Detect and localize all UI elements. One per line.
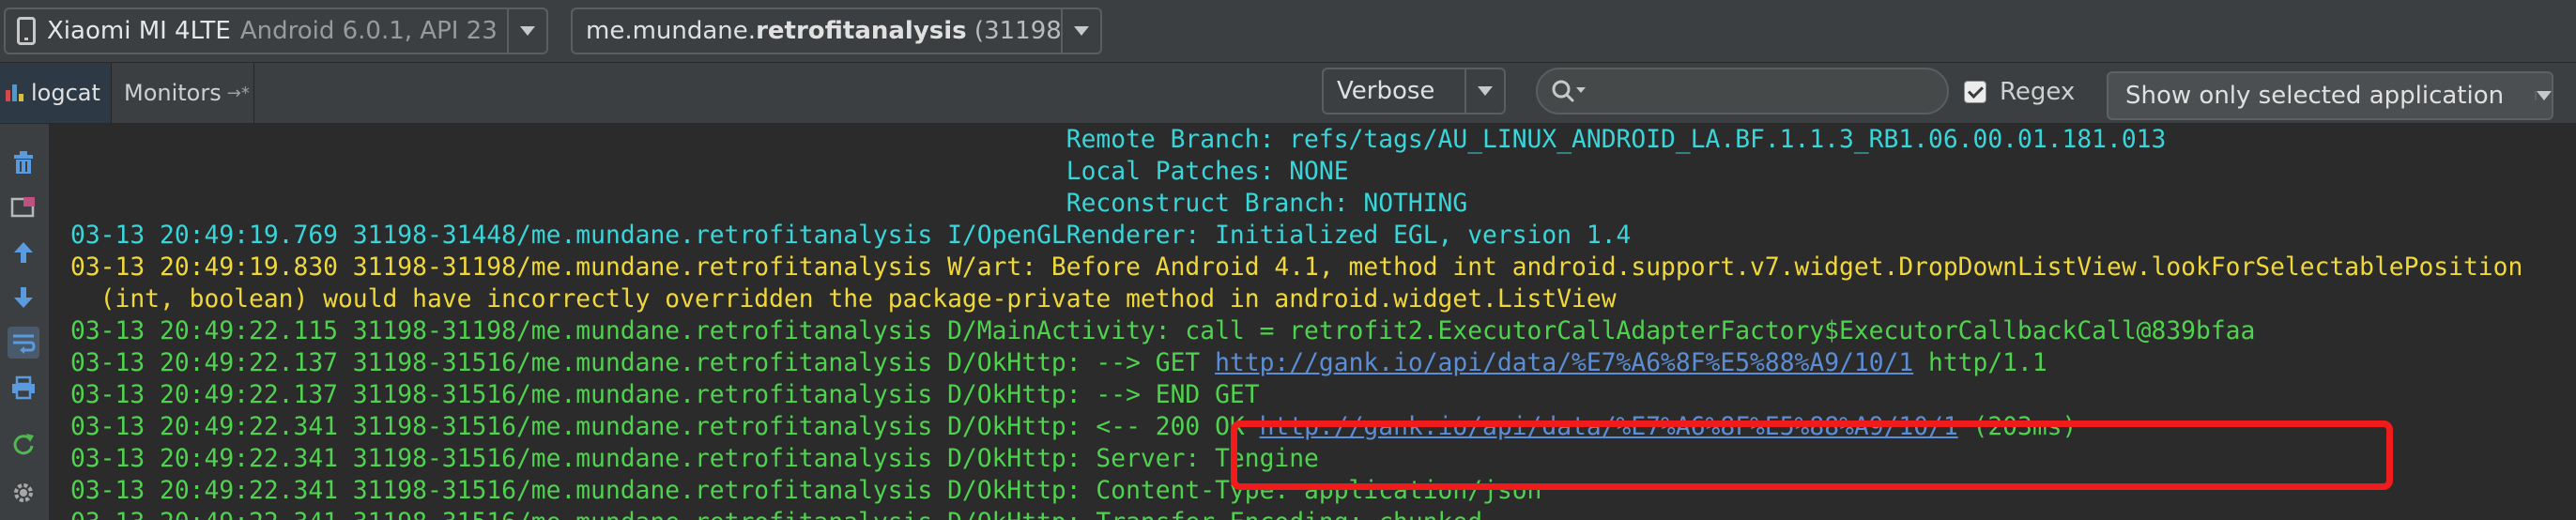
process-label: me.mundane.retrofitanalysis (31198) [573,17,1061,45]
device-selector[interactable]: Xiaomi MI 4LTE Android 6.0.1, API 23 [4,8,548,54]
process-pid: (31198) [974,17,1061,45]
log-line: 03-13 20:49:19.769 31198-31448/me.mundan… [70,222,1632,250]
log-line: 03-13 20:49:22.341 31198-31516/me.mundan… [70,507,1482,520]
process-package-prefix: me.mundane. [586,17,757,45]
regex-label: Regex [2000,78,2076,106]
chevron-down-icon[interactable] [507,9,546,53]
device-name: Xiaomi MI 4LTE [47,17,231,45]
app-filter-select[interactable]: Show only selected application [2107,71,2553,120]
log-level-value: Verbose [1337,77,1435,105]
regex-checkbox[interactable] [1964,81,1986,103]
logcat-sidebar [0,124,50,520]
settings-icon[interactable] [8,477,39,509]
log-line: Local Patches: NONE [70,158,1349,186]
tab-monitors[interactable]: Monitors →* [113,63,254,123]
chevron-down-icon[interactable] [2535,91,2552,100]
app-filter-value: Show only selected application [2125,82,2505,110]
log-line: 03-13 20:49:22.115 31198-31198/me.mundan… [70,317,2256,345]
print-icon[interactable] [8,372,39,404]
highlight-annotation-box [1231,421,2393,490]
phone-icon [17,17,36,45]
log-line-text: 03-13 20:49:22.341 31198-31516/me.mundan… [70,413,1260,441]
regex-toggle[interactable]: Regex [1964,73,2075,111]
log-line: 03-13 20:49:22.137 31198-31516/me.mundan… [70,347,2047,379]
log-line-suffix: http/1.1 [1913,349,2047,377]
down-arrow-icon[interactable] [8,282,39,314]
device-detail: Android 6.0.1, API 23 [239,17,498,45]
trash-icon[interactable] [8,146,39,178]
log-line-text: 03-13 20:49:22.137 31198-31516/me.mundan… [70,349,1216,377]
log-level-select[interactable]: Verbose [1322,68,1506,115]
log-line: 03-13 20:49:22.341 31198-31516/me.mundan… [70,445,1319,473]
log-line: (int, boolean) would have incorrectly ov… [70,285,1617,314]
chevron-down-icon[interactable] [1061,9,1100,53]
restart-icon[interactable] [8,428,39,460]
soft-wrap-icon[interactable] [8,327,39,359]
log-line: Reconstruct Branch: NOTHING [70,190,1468,218]
scroll-to-end-icon[interactable] [8,191,39,223]
tab-logcat-label: logcat [31,80,100,106]
up-arrow-icon[interactable] [8,237,39,268]
process-selector[interactable]: me.mundane.retrofitanalysis (31198) [571,8,1102,54]
log-output[interactable]: Remote Branch: refs/tags/AU_LINUX_ANDROI… [50,124,2576,520]
search-icon [1552,80,1586,102]
device-process-bar: Xiaomi MI 4LTE Android 6.0.1, API 23 me.… [0,0,2576,63]
pin-icon[interactable]: →* [222,84,250,103]
log-link[interactable]: http://gank.io/api/data/%E7%A6%8F%E5%88%… [1215,349,1913,377]
log-line: 03-13 20:49:22.137 31198-31516/me.mundan… [70,381,1260,409]
search-input[interactable] [1536,68,1949,115]
tab-logcat[interactable]: logcat [0,63,112,123]
tab-monitors-label: Monitors [124,80,222,106]
logcat-icon [6,84,23,101]
log-line: Remote Branch: refs/tags/AU_LINUX_ANDROI… [70,126,2167,154]
process-package-name: retrofitanalysis [756,17,967,45]
chevron-down-icon[interactable] [1464,69,1504,113]
log-line: 03-13 20:49:19.830 31198-31198/me.mundan… [70,253,2523,282]
